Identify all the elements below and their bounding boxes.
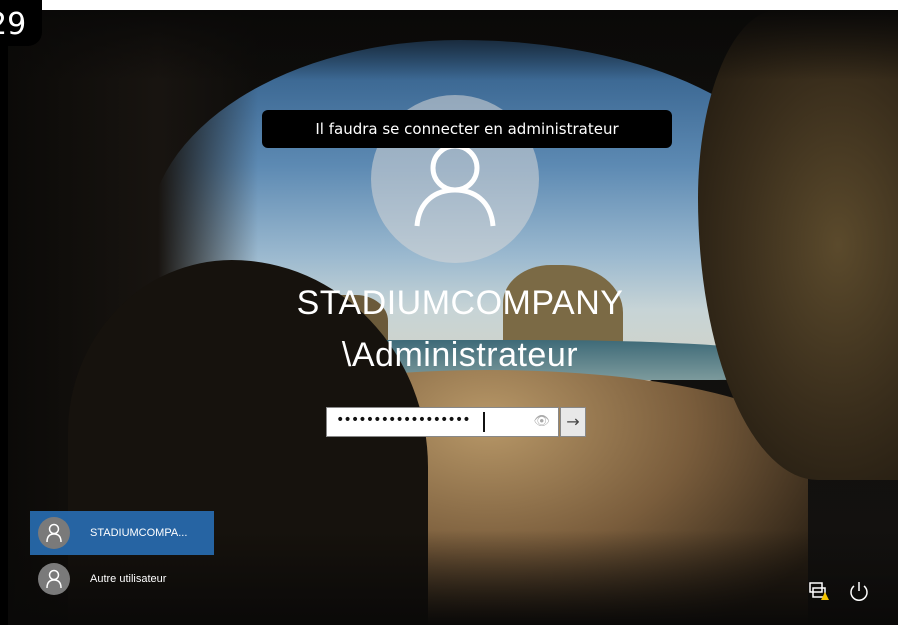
password-input[interactable]: •••••••••••••••••• 👁 [326,407,559,437]
user-switcher-list: STADIUMCOMPA... Autre utilisateur [30,511,214,601]
account-name-line2: \Administrateur [341,336,579,374]
user-icon [38,517,70,549]
password-masked-value: •••••••••••••••••• [336,412,471,428]
user-item-label: Autre utilisateur [90,573,167,585]
user-item-stadiumcompany[interactable]: STADIUMCOMPA... [30,511,214,555]
network-warning-icon[interactable] [808,580,830,602]
text-caret [483,412,485,432]
background-cave-top [8,10,898,80]
user-icon [414,143,496,227]
arrow-right-icon: → [566,412,580,431]
left-border [0,46,8,625]
eye-icon[interactable]: 👁 [533,414,550,429]
user-item-other-user[interactable]: Autre utilisateur [30,557,214,601]
power-icon[interactable] [848,580,870,602]
user-icon [38,563,70,595]
account-name-line1: STADIUMCOMPANY [296,284,624,322]
instruction-tooltip: Il faudra se connecter en administrateur [262,110,672,148]
step-number-badge: 29 [0,0,42,46]
user-item-label: STADIUMCOMPA... [90,527,188,539]
submit-arrow-button[interactable]: → [560,407,586,437]
